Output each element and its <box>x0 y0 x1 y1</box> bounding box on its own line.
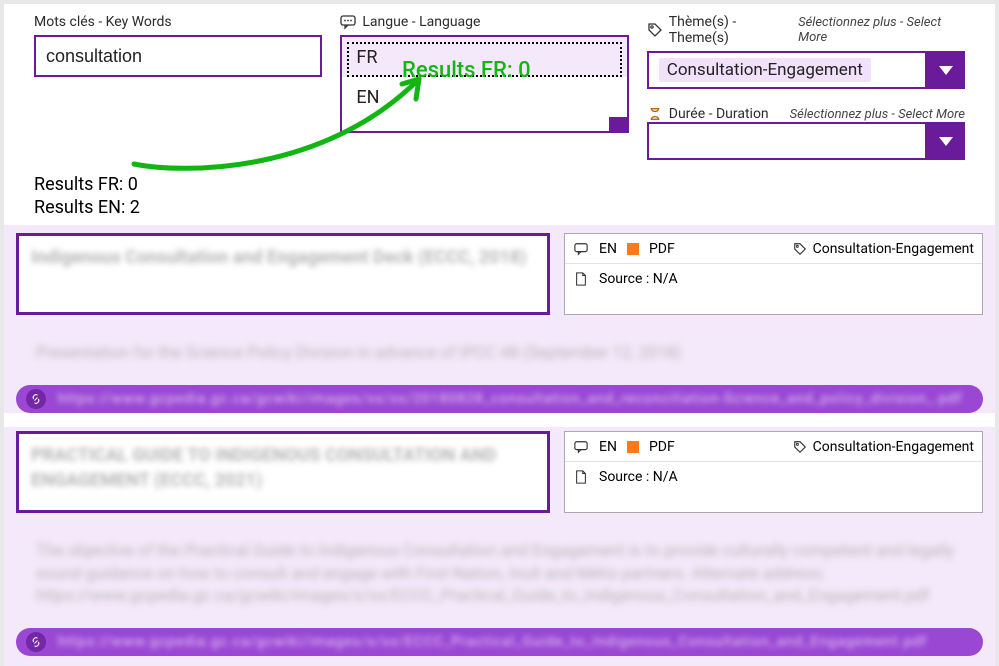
result-title-box[interactable]: PRACTICAL GUIDE TO INDIGENOUS CONSULTATI… <box>16 431 550 513</box>
result-source: Source : N/A <box>599 271 678 287</box>
result-meta-row-1: EN PDF Consultation-Engagement <box>565 432 982 462</box>
result-link-text: https://www.gcpedia.gc.ca/gcwiki/images/… <box>58 634 973 650</box>
language-scroll-thumb[interactable] <box>609 117 627 131</box>
themes-select[interactable]: Consultation-Engagement <box>647 51 965 89</box>
language-option-en-text: EN <box>356 87 379 108</box>
result-theme: Consultation-Engagement <box>813 241 974 257</box>
link-icon <box>26 632 46 652</box>
tag-icon <box>792 439 808 455</box>
result-header-row: PRACTICAL GUIDE TO INDIGENOUS CONSULTATI… <box>16 431 983 513</box>
tag-icon <box>647 22 663 38</box>
result-title-box[interactable]: Indigenous Consultation and Engagement D… <box>16 233 550 315</box>
link-icon <box>26 389 46 409</box>
language-label-text: Langue - Language <box>362 14 480 30</box>
result-theme-wrap: Consultation-Engagement <box>792 241 974 257</box>
themes-select-more[interactable]: Sélectionnez plus - Select More <box>798 15 965 45</box>
app-frame: Mots clés - Key Words Langue - Language … <box>4 4 995 638</box>
tag-icon <box>792 241 808 257</box>
themes-value: Consultation-Engagement <box>659 58 871 82</box>
language-scroll-track[interactable] <box>342 117 626 131</box>
result-meta-row-2: Source : N/A <box>565 462 982 492</box>
results-fr-count: Results FR: 0 <box>34 174 995 197</box>
duration-label: Durée - Duration Sélectionnez plus - Sel… <box>647 106 965 122</box>
duration-caret[interactable] <box>927 122 965 160</box>
result-card: Indigenous Consultation and Engagement D… <box>16 233 983 365</box>
keywords-input[interactable] <box>34 35 322 77</box>
result-theme-wrap: Consultation-Engagement <box>792 439 974 455</box>
result-format: PDF <box>649 241 675 257</box>
language-option-fr[interactable]: FR <box>342 37 626 77</box>
result-meta-row-1: EN PDF Consultation-Engagement <box>565 234 982 264</box>
chat-icon <box>573 439 589 455</box>
card-separator <box>4 413 995 427</box>
duration-label-text: Durée - Duration <box>669 106 769 122</box>
duration-select[interactable] <box>647 122 965 160</box>
result-description: Presentation for the Science Policy Divi… <box>36 343 963 365</box>
format-icon <box>627 441 639 453</box>
result-theme: Consultation-Engagement <box>813 439 974 455</box>
language-listbox[interactable]: FR EN <box>340 35 628 133</box>
result-title: Indigenous Consultation and Engagement D… <box>31 246 535 270</box>
result-link-bar[interactable]: https://www.gcpedia.gc.ca/gcwiki/images/… <box>16 385 983 413</box>
result-format: PDF <box>649 439 675 455</box>
result-meta-row-2: Source : N/A <box>565 264 982 294</box>
result-source: Source : N/A <box>599 469 678 485</box>
page-icon <box>573 469 589 485</box>
chat-icon <box>340 14 356 30</box>
language-filter: Langue - Language FR EN <box>340 14 628 133</box>
chevron-down-icon <box>938 133 954 149</box>
focus-ring <box>347 42 621 77</box>
keywords-label-text: Mots clés - Key Words <box>34 14 172 30</box>
themes-caret[interactable] <box>927 51 965 89</box>
results-count-block: Results FR: 0 Results EN: 2 <box>34 174 995 219</box>
results-area: Indigenous Consultation and Engagement D… <box>4 225 995 666</box>
page-icon <box>573 271 589 287</box>
filter-row: Mots clés - Key Words Langue - Language … <box>4 4 995 164</box>
right-filters: Thème(s) - Theme(s) Sélectionnez plus - … <box>647 14 965 160</box>
language-option-en[interactable]: EN <box>342 77 626 117</box>
themes-label: Thème(s) - Theme(s) Sélectionnez plus - … <box>647 14 965 46</box>
result-meta-box: EN PDF Consultation-Engagement <box>564 233 983 315</box>
result-description: The objective of the Practical Guide to … <box>36 541 963 608</box>
result-link-text: https://www.gcpedia.gc.ca/gcwiki/images/… <box>58 391 973 407</box>
duration-select-body[interactable] <box>647 122 927 160</box>
keywords-label: Mots clés - Key Words <box>34 14 322 30</box>
chevron-down-icon <box>938 62 954 78</box>
themes-label-text: Thème(s) - Theme(s) <box>669 14 792 46</box>
language-option-fr-text: FR <box>356 47 377 68</box>
themes-select-body[interactable]: Consultation-Engagement <box>647 51 927 89</box>
hourglass-icon <box>647 106 663 122</box>
duration-select-more[interactable]: Sélectionnez plus - Select More <box>790 107 965 122</box>
language-label: Langue - Language <box>340 14 628 30</box>
result-title: PRACTICAL GUIDE TO INDIGENOUS CONSULTATI… <box>31 444 535 493</box>
duration-filter: Durée - Duration Sélectionnez plus - Sel… <box>647 106 965 160</box>
result-link-bar[interactable]: https://www.gcpedia.gc.ca/gcwiki/images/… <box>16 628 983 656</box>
chat-icon <box>573 241 589 257</box>
keywords-filter: Mots clés - Key Words <box>34 14 322 77</box>
result-lang: EN <box>599 439 617 455</box>
format-icon <box>627 243 639 255</box>
result-meta-box: EN PDF Consultation-Engagement <box>564 431 983 513</box>
result-header-row: Indigenous Consultation and Engagement D… <box>16 233 983 315</box>
result-card: PRACTICAL GUIDE TO INDIGENOUS CONSULTATI… <box>16 431 983 608</box>
results-en-count: Results EN: 2 <box>34 197 995 220</box>
result-lang: EN <box>599 241 617 257</box>
